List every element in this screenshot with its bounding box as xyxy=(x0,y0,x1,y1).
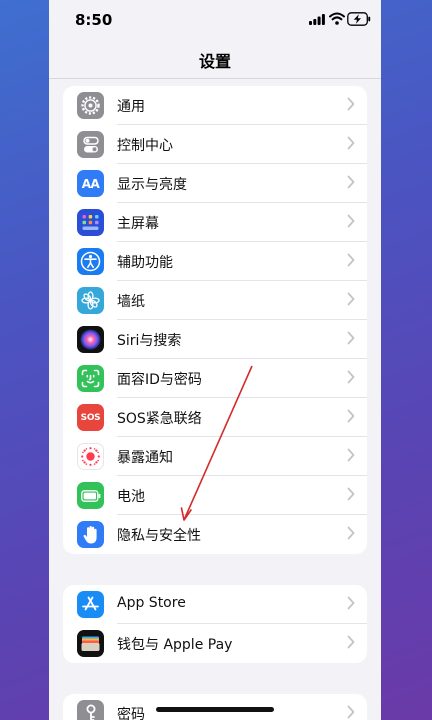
exposure-icon xyxy=(77,443,104,470)
settings-row-sos[interactable]: SOS SOS紧急联络 xyxy=(63,398,367,437)
settings-row-control-center[interactable]: 控制中心 xyxy=(63,125,367,164)
chevron-right-icon xyxy=(347,253,355,267)
row-label: 隐私与安全性 xyxy=(117,528,201,544)
toggle-icon xyxy=(77,131,104,158)
row-label: SOS紧急联络 xyxy=(117,411,202,427)
chevron-right-icon xyxy=(347,292,355,306)
settings-row-home-screen[interactable]: 主屏幕 xyxy=(63,203,367,242)
settings-row-accessibility[interactable]: 辅助功能 xyxy=(63,242,367,281)
chevron-right-icon xyxy=(347,409,355,423)
settings-row-privacy[interactable]: 隐私与安全性 xyxy=(63,515,367,554)
status-bar: 8:50 xyxy=(49,0,381,40)
row-label: 控制中心 xyxy=(117,138,173,154)
row-label: 电池 xyxy=(117,489,145,505)
settings-group-main: 通用 控制中心 AA 显示与亮度 主屏幕 辅助功能 墙纸 Siri与搜索 面容I… xyxy=(63,86,367,554)
chevron-right-icon xyxy=(347,331,355,345)
accessibility-icon xyxy=(77,248,104,275)
wallet-icon xyxy=(77,630,104,657)
settings-row-app-store[interactable]: App Store xyxy=(63,585,367,624)
chevron-right-icon xyxy=(347,596,355,610)
chevron-right-icon xyxy=(347,526,355,540)
row-label: 辅助功能 xyxy=(117,255,173,271)
wifi-icon xyxy=(329,12,345,25)
page-title: 设置 xyxy=(198,52,231,71)
key-icon xyxy=(77,700,104,720)
settings-row-face-id[interactable]: 面容ID与密码 xyxy=(63,359,367,398)
row-label: 通用 xyxy=(117,99,145,115)
chevron-right-icon xyxy=(347,136,355,150)
settings-group-store: App Store 钱包与 Apple Pay xyxy=(63,585,367,663)
settings-row-wallet[interactable]: 钱包与 Apple Pay xyxy=(63,624,367,663)
row-label: 主屏幕 xyxy=(117,216,159,232)
battery-charging-icon xyxy=(347,12,371,26)
chevron-right-icon xyxy=(347,448,355,462)
row-label: 显示与亮度 xyxy=(117,177,187,193)
settings-row-wallpaper[interactable]: 墙纸 xyxy=(63,281,367,320)
row-label: 钱包与 Apple Pay xyxy=(117,637,233,653)
status-time: 8:50 xyxy=(75,11,113,29)
face-id-icon xyxy=(77,365,104,392)
text-size-icon: AA xyxy=(77,170,104,197)
phone-screen: 8:50 设置 通用 控制中心 AA 显示与亮度 主屏幕 辅助功能 墙纸 Sir… xyxy=(49,0,381,720)
chevron-right-icon xyxy=(347,487,355,501)
app-store-icon xyxy=(77,591,104,618)
home-grid-icon xyxy=(77,209,104,236)
battery-icon xyxy=(77,482,104,509)
chevron-right-icon xyxy=(347,705,355,719)
row-label: Siri与搜索 xyxy=(117,333,182,349)
settings-row-exposure[interactable]: 暴露通知 xyxy=(63,437,367,476)
row-label: App Store xyxy=(117,595,186,611)
header-divider xyxy=(49,78,381,79)
chevron-right-icon xyxy=(347,175,355,189)
hand-icon xyxy=(77,521,104,548)
gear-icon xyxy=(77,92,104,119)
cellular-signal-icon xyxy=(309,14,325,25)
siri-icon xyxy=(77,326,104,353)
chevron-right-icon xyxy=(347,370,355,384)
settings-row-general[interactable]: 通用 xyxy=(63,86,367,125)
settings-row-siri[interactable]: Siri与搜索 xyxy=(63,320,367,359)
flower-icon xyxy=(77,287,104,314)
home-indicator[interactable] xyxy=(156,707,274,712)
sos-icon: SOS xyxy=(77,404,104,431)
chevron-right-icon xyxy=(347,635,355,649)
row-label: 密码 xyxy=(117,707,145,720)
row-label: 暴露通知 xyxy=(117,450,173,466)
settings-row-battery[interactable]: 电池 xyxy=(63,476,367,515)
row-label: 墙纸 xyxy=(117,294,145,310)
chevron-right-icon xyxy=(347,97,355,111)
row-label: 面容ID与密码 xyxy=(117,372,202,388)
chevron-right-icon xyxy=(347,214,355,228)
settings-row-display[interactable]: AA 显示与亮度 xyxy=(63,164,367,203)
